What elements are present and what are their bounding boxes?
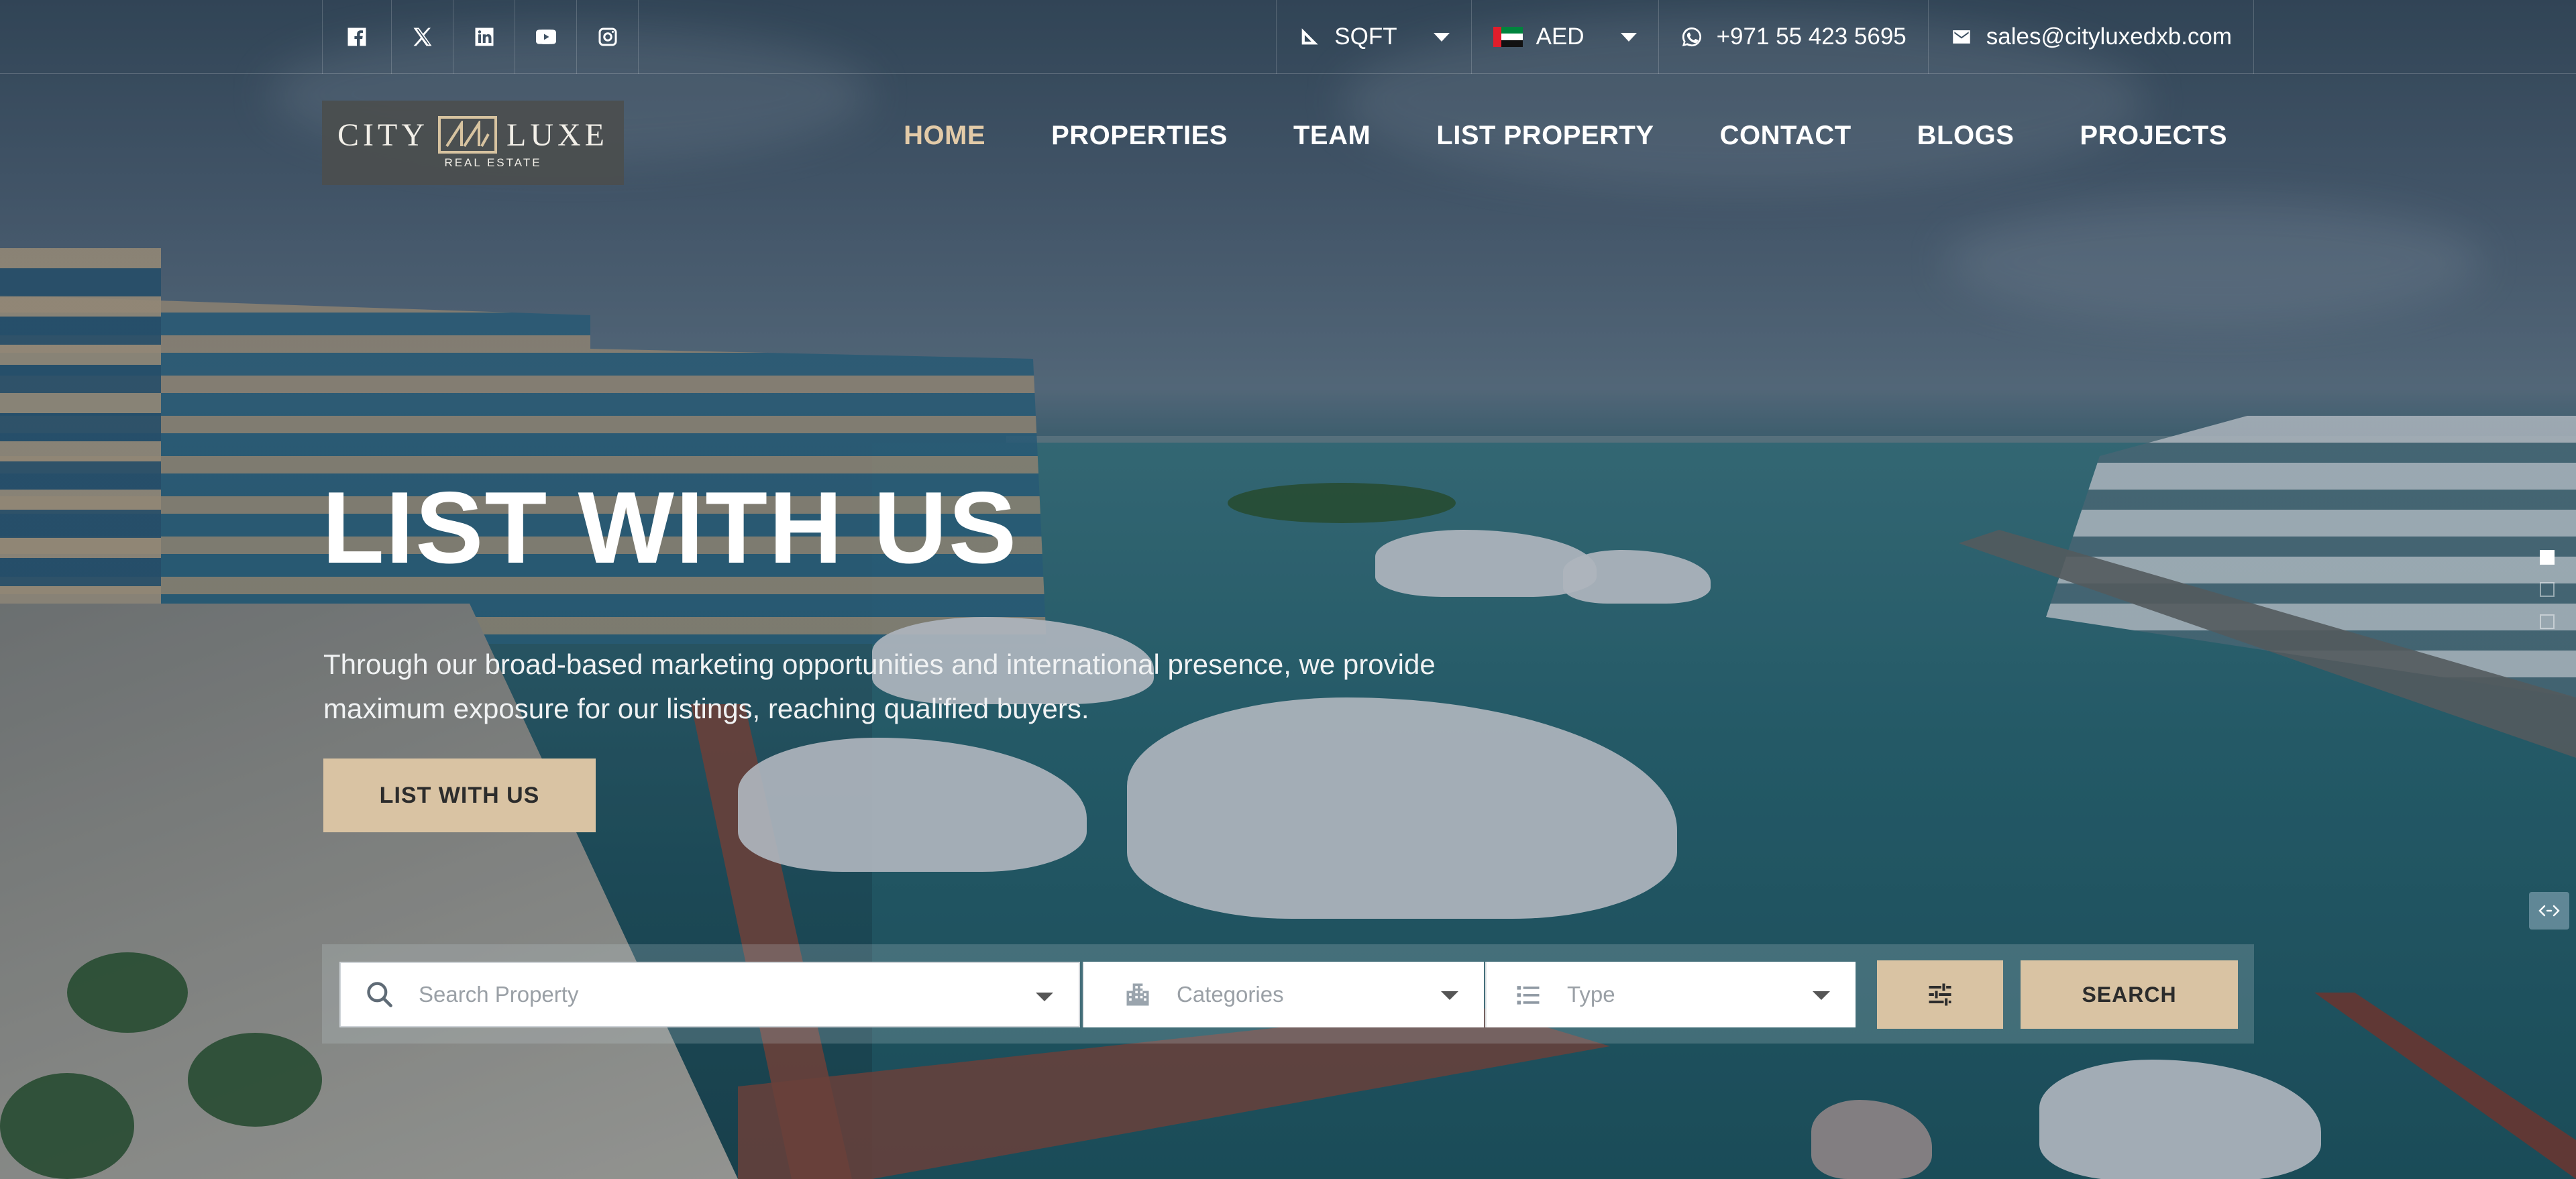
chevron-down-icon bbox=[1036, 993, 1053, 1001]
uae-flag-icon bbox=[1493, 27, 1523, 47]
phone-number: +971 55 423 5695 bbox=[1716, 23, 1907, 50]
list-with-us-button[interactable]: LIST WITH US bbox=[323, 759, 596, 832]
top-bar: SQFT AED +971 55 423 5695 sales@cityluxe… bbox=[0, 0, 2576, 74]
logo-text-right: LUXE bbox=[506, 117, 608, 153]
social-links bbox=[322, 0, 639, 74]
categories-select[interactable]: Categories bbox=[1083, 962, 1484, 1027]
x-twitter-icon bbox=[413, 27, 431, 46]
unit-label: SQFT bbox=[1334, 23, 1397, 50]
chevron-down-icon bbox=[1441, 991, 1458, 1000]
nav-home[interactable]: HOME bbox=[904, 121, 985, 151]
chevron-down-icon bbox=[1813, 991, 1830, 1000]
envelope-icon bbox=[1953, 30, 1970, 44]
search-icon bbox=[367, 982, 392, 1007]
ruler-triangle-icon bbox=[1301, 28, 1319, 45]
hero-description: Through our broad-based marketing opport… bbox=[323, 649, 1436, 724]
sliders-icon bbox=[1929, 983, 1951, 1006]
list-icon bbox=[1517, 986, 1540, 1005]
type-select[interactable]: Type bbox=[1485, 962, 1856, 1027]
logo-mark-icon bbox=[438, 116, 497, 154]
search-button[interactable]: SEARCH bbox=[2021, 960, 2238, 1029]
instagram-icon bbox=[598, 27, 616, 46]
property-search-bar: Search Property Categories Type SEARCH bbox=[322, 944, 2254, 1044]
slide-dot-1[interactable] bbox=[2540, 550, 2555, 565]
floating-widget-button[interactable] bbox=[2529, 892, 2569, 930]
facebook-icon bbox=[347, 27, 366, 46]
slide-dot-2[interactable] bbox=[2540, 582, 2555, 597]
slider-indicators bbox=[2540, 550, 2555, 629]
building-icon bbox=[1126, 983, 1149, 1006]
youtube-link[interactable] bbox=[515, 0, 577, 74]
type-placeholder: Type bbox=[1567, 982, 1615, 1007]
linkedin-icon bbox=[475, 27, 493, 46]
contact-bar: SQFT AED +971 55 423 5695 sales@cityluxe… bbox=[1276, 0, 2254, 74]
facebook-link[interactable] bbox=[322, 0, 392, 74]
currency-label: AED bbox=[1536, 23, 1585, 50]
nav-projects[interactable]: PROJECTS bbox=[2080, 121, 2227, 151]
advanced-filter-button[interactable] bbox=[1877, 960, 2003, 1029]
instagram-link[interactable] bbox=[577, 0, 639, 74]
search-property-placeholder: Search Property bbox=[419, 982, 579, 1007]
categories-placeholder: Categories bbox=[1177, 982, 1284, 1007]
whatsapp-icon bbox=[1682, 27, 1701, 47]
currency-selector[interactable]: AED bbox=[1470, 0, 1658, 74]
search-property-field[interactable]: Search Property bbox=[339, 962, 1080, 1027]
email-address: sales@cityluxedxb.com bbox=[1986, 23, 2232, 50]
logo-text-left: CITY bbox=[337, 117, 429, 153]
nav-list-property[interactable]: LIST PROPERTY bbox=[1436, 121, 1654, 151]
linkedin-link[interactable] bbox=[453, 0, 515, 74]
site-logo[interactable]: CITY LUXE REAL ESTATE bbox=[322, 101, 624, 185]
youtube-icon bbox=[535, 30, 556, 44]
chevron-down-icon bbox=[1620, 32, 1637, 42]
x-twitter-link[interactable] bbox=[392, 0, 453, 74]
whatsapp-phone-link[interactable]: +971 55 423 5695 bbox=[1658, 0, 1928, 74]
nav-blogs[interactable]: BLOGS bbox=[1917, 121, 2015, 151]
chevron-down-icon bbox=[1433, 32, 1450, 42]
code-arrows-icon bbox=[2538, 905, 2560, 917]
email-link[interactable]: sales@cityluxedxb.com bbox=[1927, 0, 2254, 74]
slide-dot-3[interactable] bbox=[2540, 614, 2555, 629]
unit-selector[interactable]: SQFT bbox=[1276, 0, 1470, 74]
nav-properties[interactable]: PROPERTIES bbox=[1051, 121, 1228, 151]
main-nav: HOME PROPERTIES TEAM LIST PROPERTY CONTA… bbox=[904, 121, 2227, 151]
logo-tagline: REAL ESTATE bbox=[444, 156, 542, 169]
hero-title: LIST WITH US bbox=[322, 471, 1018, 585]
nav-contact[interactable]: CONTACT bbox=[1720, 121, 1851, 151]
nav-team[interactable]: TEAM bbox=[1293, 121, 1371, 151]
